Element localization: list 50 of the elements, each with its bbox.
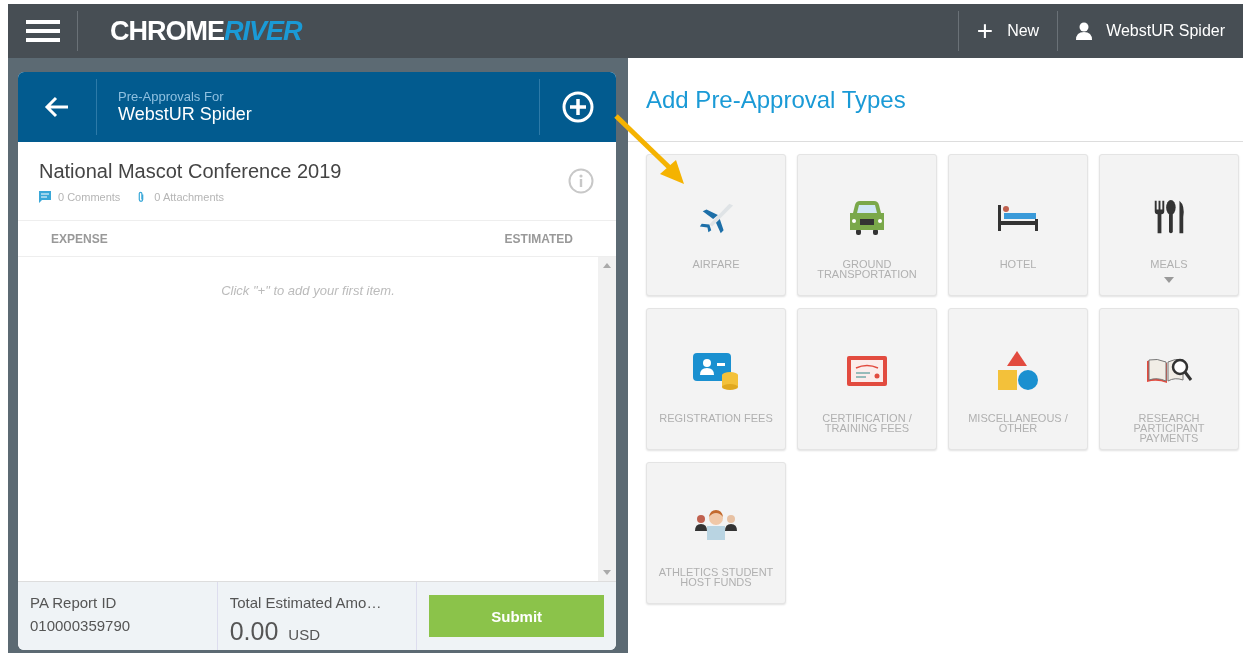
logo: CHROMERIVER [110, 15, 302, 47]
expense-type-tile[interactable]: CERTIFICATION / TRAINING FEES [797, 308, 937, 450]
submit-button[interactable]: Submit [429, 595, 604, 637]
total-label: Total Estimated Amo… [229, 594, 383, 611]
scroll-up-icon[interactable] [603, 263, 611, 268]
user-menu[interactable]: WebstUR Spider [1058, 4, 1243, 58]
tile-label: AIRFARE [691, 259, 741, 269]
expense-type-tile[interactable]: REGISTRATION FEES [646, 308, 786, 450]
expense-type-tile[interactable]: GROUND TRANSPORTATION [797, 154, 937, 296]
column-header: EXPENSE [51, 231, 108, 246]
expense-type-tile[interactable]: ATHLETICS STUDENT HOST FUNDS [646, 462, 786, 604]
report-id-value: 010000359790 [30, 617, 132, 634]
info-icon[interactable] [568, 168, 594, 194]
report-title: National Mascot Conference 2019 [39, 159, 343, 183]
tile-label: MEALS [1149, 259, 1189, 269]
scrollbar[interactable] [598, 257, 616, 581]
add-circle-icon[interactable] [562, 91, 594, 123]
caret-icon[interactable] [1164, 277, 1174, 283]
expense-type-tile[interactable]: RESEARCH PARTICIPANT PAYMENTS [1099, 308, 1239, 450]
section-title: Add Pre-Approval Types [628, 58, 1243, 142]
tile-label: ATHLETICS STUDENT HOST FUNDS [657, 567, 775, 587]
header-caption: Pre-Approvals For [118, 89, 225, 104]
tile-label: REGISTRATION FEES [658, 413, 774, 423]
expense-type-tile[interactable]: AIRFARE [646, 154, 786, 296]
back-arrow-icon[interactable] [44, 95, 70, 119]
person-icon [1076, 22, 1093, 40]
tile-label: CERTIFICATION / TRAINING FEES [821, 413, 913, 433]
expense-type-tile[interactable]: MEALS [1099, 154, 1239, 296]
expense-type-tile[interactable]: HOTEL [948, 154, 1088, 296]
shapes-icon [997, 350, 1039, 392]
id-card-coins-icon [692, 351, 740, 391]
comment-icon [39, 190, 51, 203]
menu-icon[interactable] [26, 19, 60, 43]
certificate-icon [846, 355, 888, 387]
tile-label: MISCELLANEOUS / OTHER [967, 413, 1069, 433]
column-header: ESTIMATED [504, 231, 573, 246]
expense-type-tile[interactable]: MISCELLANEOUS / OTHER [948, 308, 1088, 450]
tile-label: RESEARCH PARTICIPANT PAYMENTS [1132, 413, 1206, 443]
new-button[interactable]: + New [958, 4, 1058, 58]
scroll-down-icon[interactable] [603, 570, 611, 575]
report-id-label: PA Report ID [30, 594, 118, 611]
comments-count[interactable]: 0 Comments [58, 190, 121, 203]
tile-label: HOTEL [998, 259, 1038, 269]
attachments-count[interactable]: 0 Attachments [154, 190, 225, 203]
group-icon [694, 509, 738, 541]
total-amount: 0.00 [229, 617, 279, 646]
tile-label: GROUND TRANSPORTATION [816, 259, 918, 279]
currency: USD [288, 626, 320, 643]
header-name: WebstUR Spider [118, 104, 253, 125]
empty-hint: Click "+" to add your first item. [220, 283, 396, 298]
